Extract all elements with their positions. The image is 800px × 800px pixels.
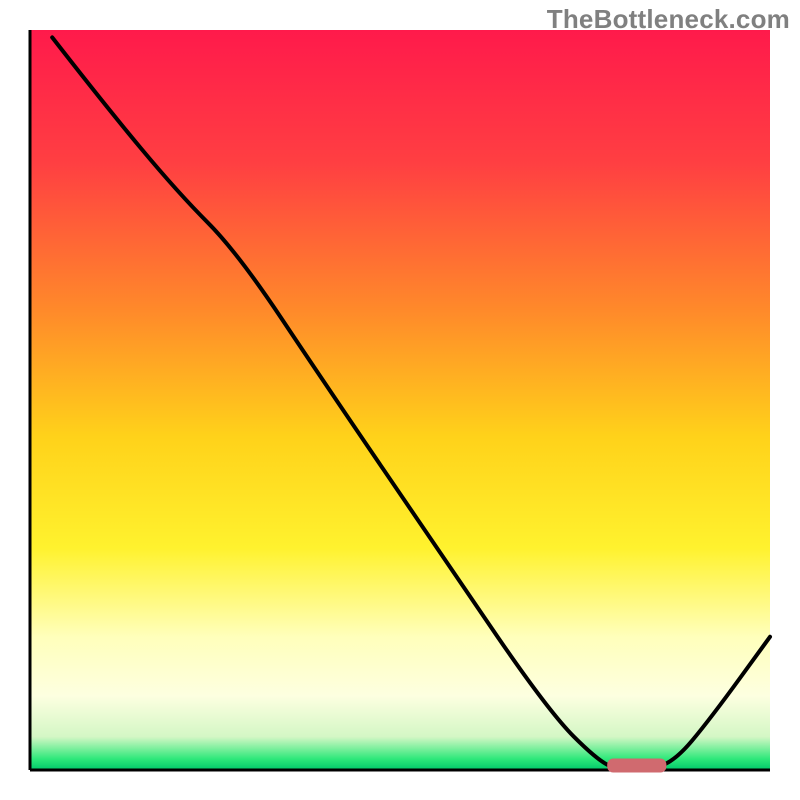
chart-canvas	[0, 0, 800, 800]
target-marker	[607, 759, 666, 773]
plot-background	[30, 30, 770, 770]
bottleneck-chart: TheBottleneck.com	[0, 0, 800, 800]
attribution-label: TheBottleneck.com	[547, 4, 790, 35]
